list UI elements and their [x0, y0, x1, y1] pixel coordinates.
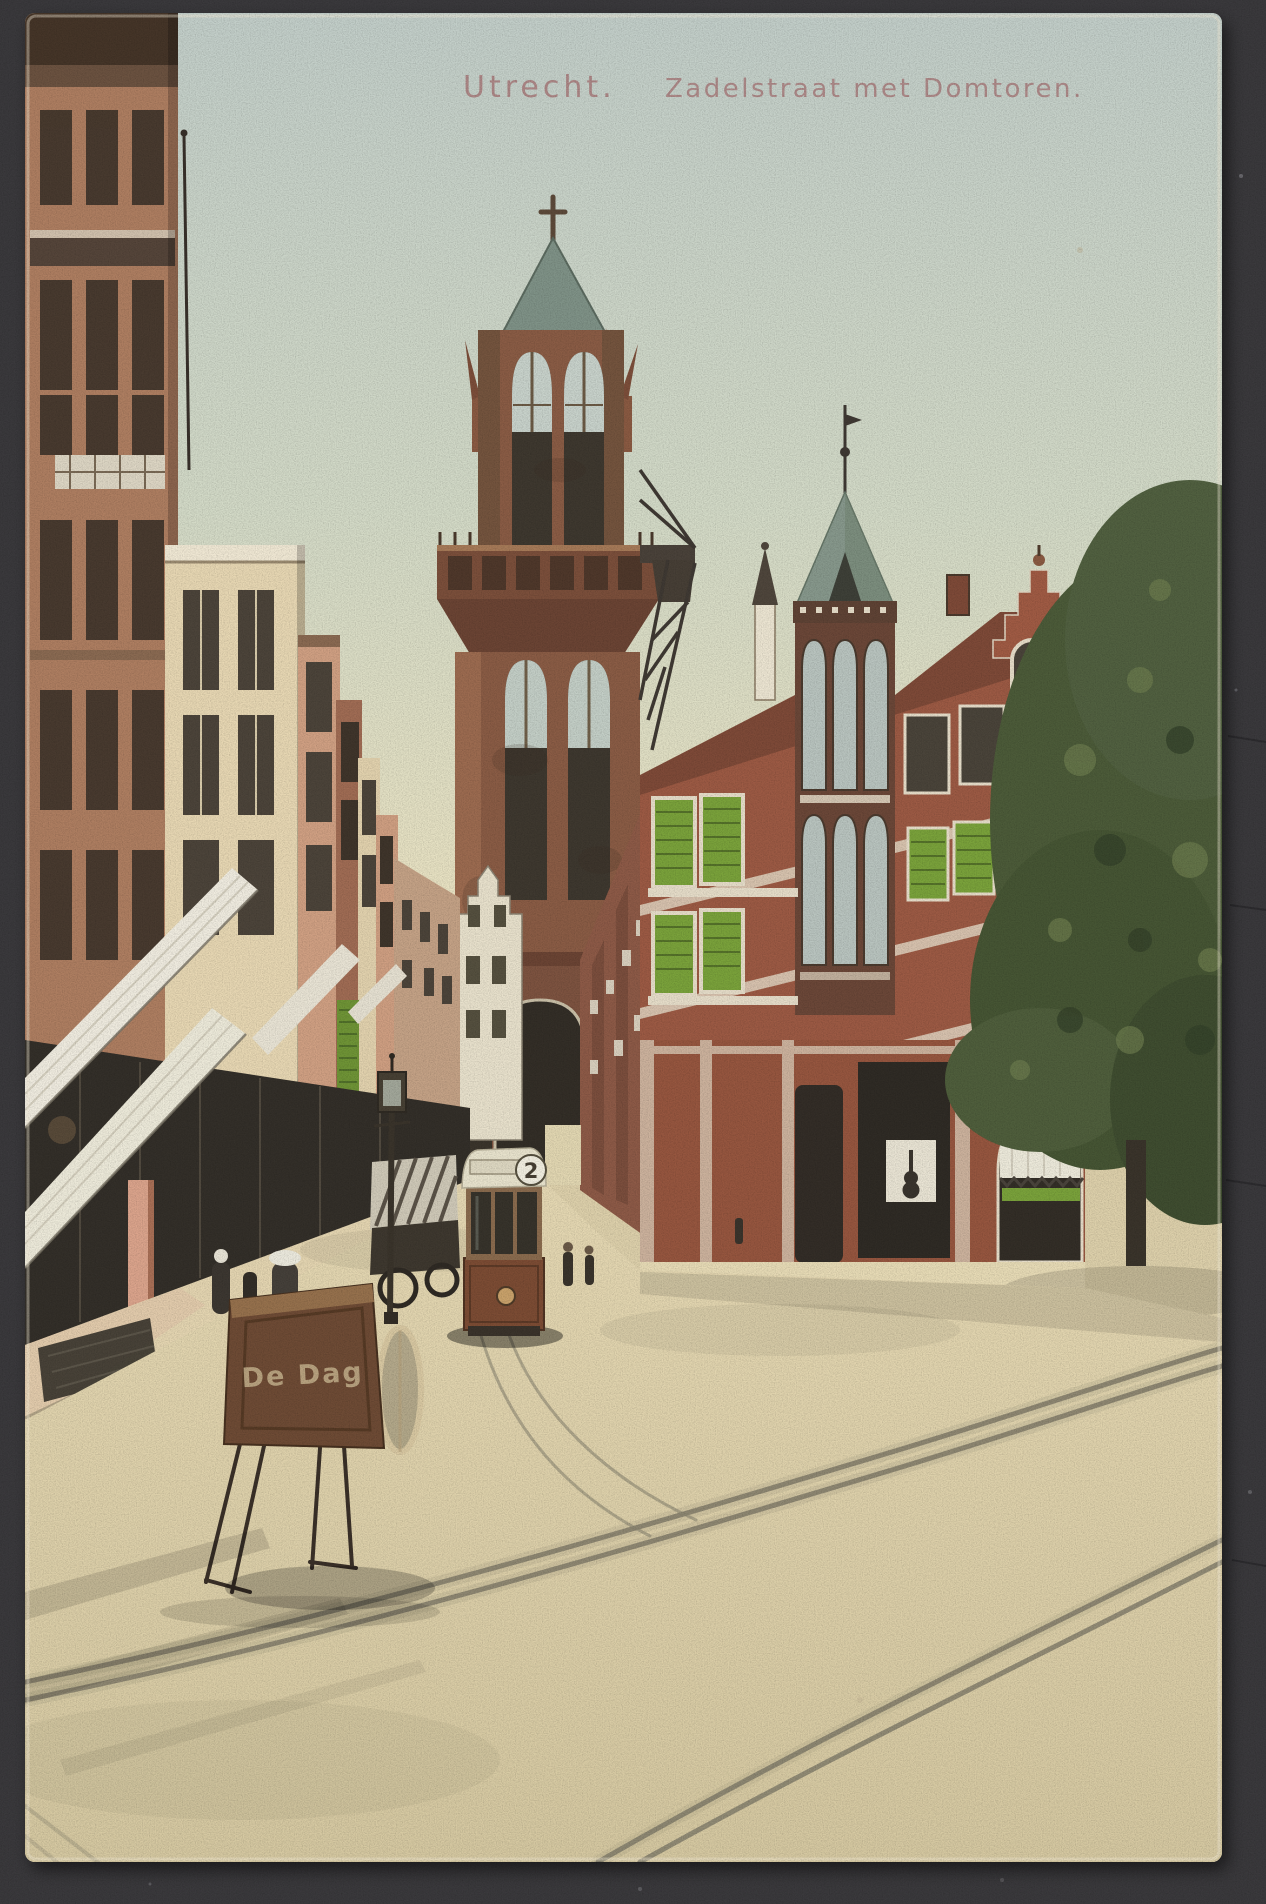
surface-noise [0, 0, 1266, 1904]
photo-of-postcard: 2 De Dag Utrecht. Zadelstraat met Domtor… [0, 0, 1266, 1904]
